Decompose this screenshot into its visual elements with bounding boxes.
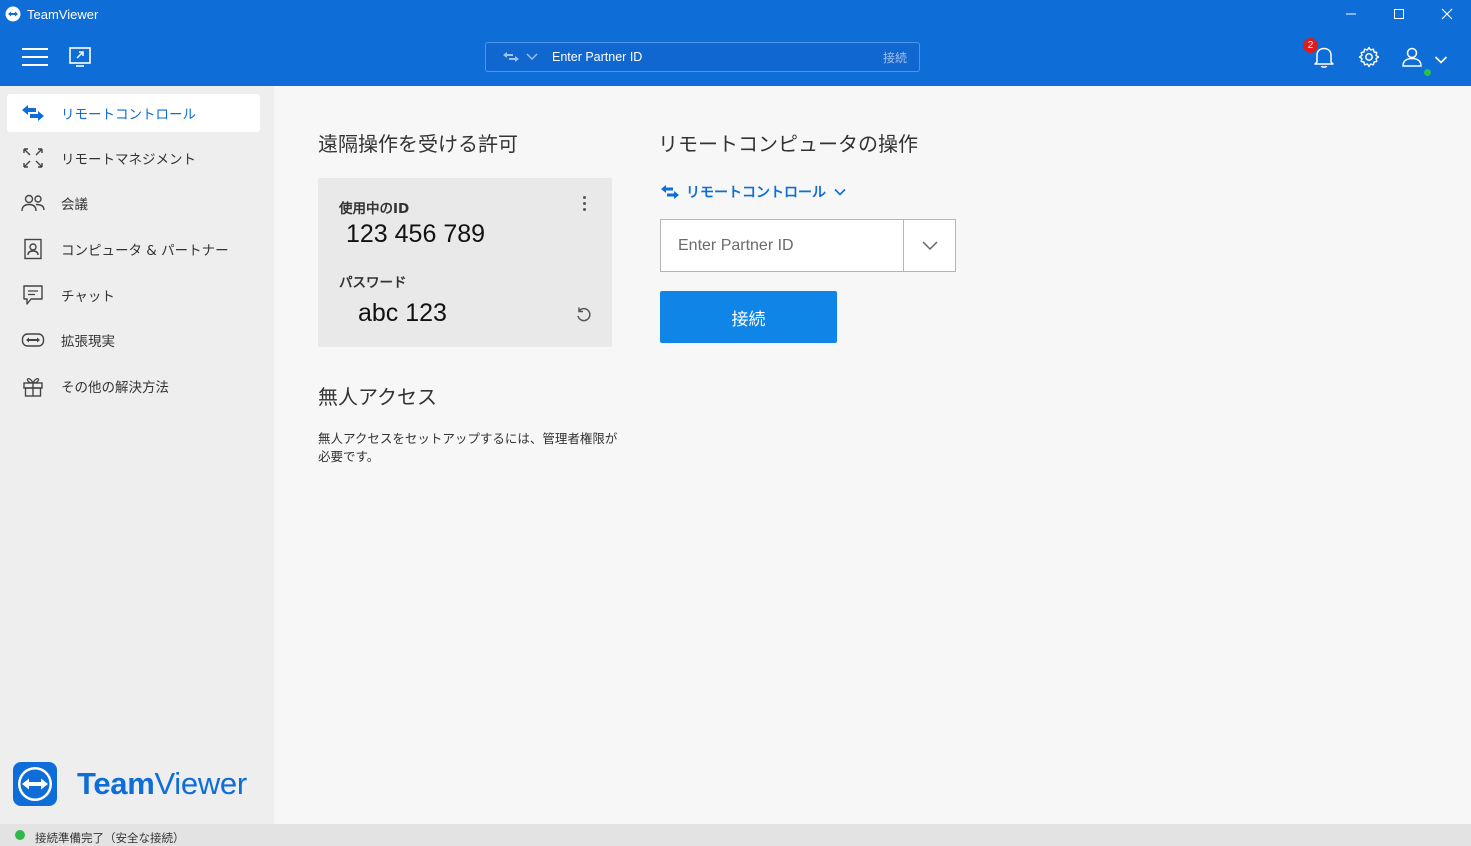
unattended-access-title: 無人アクセス: [318, 385, 437, 409]
brand-wordmark: TeamViewer: [77, 766, 247, 802]
teamviewer-logo-icon: [5, 6, 21, 22]
sidebar-item-label: その他の解決方法: [61, 380, 169, 396]
augmented-reality-icon: [21, 329, 45, 351]
quick-connect-bar[interactable]: Enter Partner ID 接続: [485, 42, 920, 72]
refresh-password-icon[interactable]: [575, 306, 593, 324]
sidebar-item-other-solutions[interactable]: その他の解決方法: [7, 367, 260, 405]
connect-button[interactable]: 接続: [660, 291, 837, 343]
remote-management-icon: [21, 147, 45, 169]
chevron-down-icon: [834, 188, 846, 196]
minimize-button[interactable]: [1327, 0, 1375, 28]
control-remote-title: リモートコンピュータの操作: [658, 132, 918, 156]
sidebar-item-label: 拡張現実: [61, 334, 115, 350]
password-value[interactable]: abc 123: [358, 299, 447, 328]
meeting-people-icon: [21, 192, 45, 214]
close-button[interactable]: [1423, 0, 1471, 28]
sidebar-item-remote-management[interactable]: リモートマネジメント: [7, 139, 260, 177]
sidebar-item-meeting[interactable]: 会議: [7, 184, 260, 222]
contacts-icon: [21, 238, 45, 260]
maximize-icon: [1394, 9, 1404, 19]
chevron-down-icon: [921, 240, 938, 250]
sidebar-item-label: チャット: [61, 289, 115, 305]
connection-mode-dropdown[interactable]: リモートコントロール: [660, 182, 846, 202]
close-icon: [1441, 8, 1453, 20]
teamviewer-logo-icon: [13, 762, 57, 806]
sidebar-item-remote-control[interactable]: リモートコントロール: [7, 94, 260, 132]
account-chevron-down-icon[interactable]: [1434, 55, 1448, 65]
title-bar: TeamViewer: [0, 0, 1471, 28]
unattended-access-description: 無人アクセスをセットアップするには、管理者権限が必要です。: [318, 431, 618, 464]
brand-viewer: Viewer: [154, 766, 247, 801]
window-title: TeamViewer: [27, 6, 99, 22]
quick-connect-input[interactable]: Enter Partner ID: [552, 50, 883, 64]
id-card: 使用中のID 123 456 789 パスワード abc 123: [318, 178, 612, 347]
sidebar: リモートコントロール リモートマネジメント 会議 コンピュータ & パートナー …: [0, 86, 274, 824]
menu-hamburger-icon[interactable]: [22, 48, 48, 68]
quick-connect-mode-dropdown[interactable]: [502, 51, 538, 63]
user-account-icon[interactable]: [1400, 44, 1424, 70]
sidebar-item-label: コンピュータ & パートナー: [61, 243, 229, 259]
screen-share-icon[interactable]: [68, 45, 94, 69]
connection-mode-label: リモートコントロール: [686, 185, 826, 201]
header-toolbar: Enter Partner ID 接続 2: [0, 28, 1471, 86]
id-label: 使用中のID: [339, 201, 410, 217]
status-text: 接続準備完了（安全な接続）: [35, 831, 185, 845]
more-options-icon[interactable]: [583, 196, 587, 214]
settings-gear-icon[interactable]: [1357, 44, 1381, 70]
sidebar-item-label: リモートマネジメント: [61, 152, 196, 168]
partner-id-input[interactable]: [661, 220, 903, 271]
status-bar: 接続準備完了（安全な接続）: [0, 824, 1471, 846]
gift-icon: [21, 375, 45, 397]
sidebar-item-label: リモートコントロール: [61, 107, 196, 123]
id-value[interactable]: 123 456 789: [346, 220, 485, 249]
minimize-icon: [1346, 13, 1356, 15]
partner-id-combobox[interactable]: [660, 219, 956, 272]
remote-control-arrows-icon: [21, 102, 45, 124]
remote-control-arrows-icon: [661, 185, 679, 199]
connection-status-indicator: [15, 830, 25, 840]
allow-remote-title: 遠隔操作を受ける許可: [318, 132, 518, 156]
sidebar-item-computers-partners[interactable]: コンピュータ & パートナー: [7, 230, 260, 268]
quick-connect-button[interactable]: 接続: [883, 49, 907, 66]
maximize-button[interactable]: [1375, 0, 1423, 28]
brand-team: Team: [77, 766, 155, 801]
partner-id-dropdown-button[interactable]: [903, 220, 955, 271]
password-label: パスワード: [339, 275, 407, 291]
notification-badge: 2: [1303, 38, 1318, 53]
window-controls: [1327, 0, 1471, 28]
swap-arrows-icon: [503, 52, 519, 62]
online-status-dot: [1423, 68, 1432, 77]
sidebar-item-augmented-reality[interactable]: 拡張現実: [7, 321, 260, 359]
main-content: 遠隔操作を受ける許可 使用中のID 123 456 789 パスワード abc …: [274, 86, 1471, 824]
sidebar-item-chat[interactable]: チャット: [7, 276, 260, 314]
chat-icon: [21, 284, 45, 306]
chevron-down-icon: [526, 53, 538, 60]
teamviewer-brand: TeamViewer: [13, 762, 247, 806]
sidebar-item-label: 会議: [61, 197, 88, 213]
